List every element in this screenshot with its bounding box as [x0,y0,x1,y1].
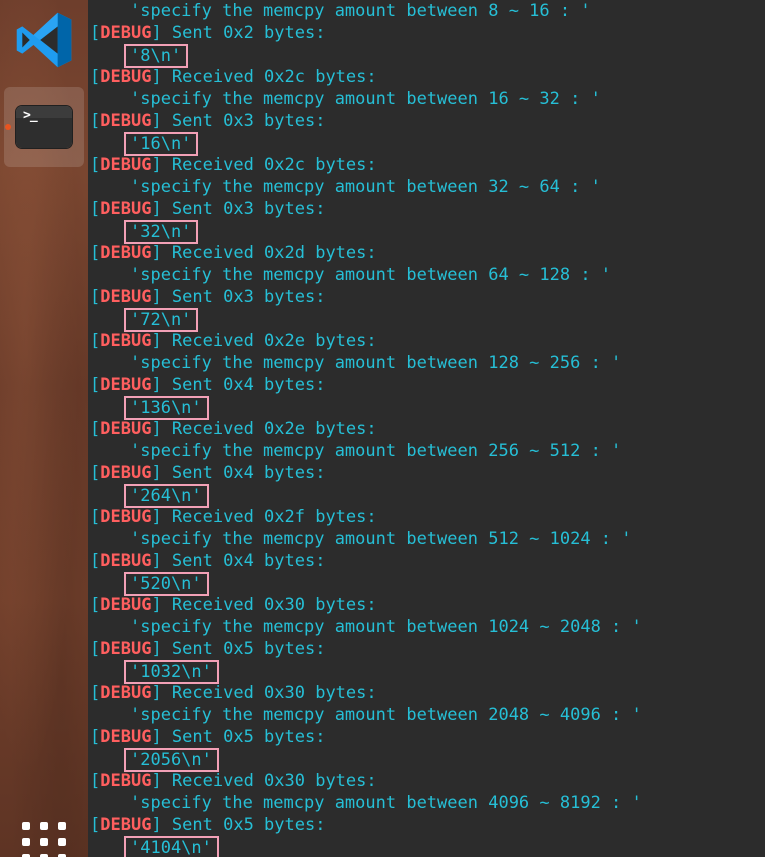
prompt-text-line: 'specify the memcpy amount between 4096 … [130,793,642,813]
debug-line: [DEBUG] Received 0x30 bytes: [90,595,377,615]
debug-tag: DEBUG [100,23,152,43]
debug-line: [DEBUG] Received 0x2d bytes: [90,243,377,263]
sent-value-line: '8\n' [124,44,189,68]
sent-value-highlight: '4104\n' [124,836,219,857]
app-grid-icon[interactable] [22,820,66,857]
prompt-text-line: 'specify the memcpy amount between 8 ~ 1… [130,1,591,21]
debug-tag: DEBUG [100,683,152,703]
prompt-text-line: 'specify the memcpy amount between 32 ~ … [130,177,601,197]
dock: >_ [0,0,88,857]
debug-tag: DEBUG [100,419,152,439]
debug-tag: DEBUG [100,727,152,747]
debug-line: [DEBUG] Received 0x2f bytes: [90,507,377,527]
debug-message: Received 0x2c bytes: [171,67,377,87]
debug-line: [DEBUG] Sent 0x5 bytes: [90,639,326,659]
debug-tag: DEBUG [100,243,152,263]
debug-message: Sent 0x3 bytes: [171,287,326,307]
debug-message: Sent 0x2 bytes: [171,23,326,43]
debug-message: Received 0x30 bytes: [171,771,377,791]
debug-message: Received 0x30 bytes: [171,683,377,703]
debug-message: Sent 0x4 bytes: [171,375,326,395]
debug-message: Sent 0x5 bytes: [171,727,326,747]
sent-value-highlight: '2056\n' [124,748,219,772]
debug-line: [DEBUG] Sent 0x4 bytes: [90,551,326,571]
debug-tag: DEBUG [100,595,152,615]
debug-message: Sent 0x4 bytes: [171,463,326,483]
terminal-prompt-glyph: >_ [23,108,38,123]
sent-value-highlight: '16\n' [124,132,199,156]
sent-value-line: '32\n' [124,220,199,244]
desktop: >_ 'specify the memcpy amount between 8 … [0,0,765,857]
debug-message: Received 0x2e bytes: [171,419,377,439]
debug-message: Sent 0x5 bytes: [171,815,326,835]
sent-value-line: '520\n' [124,572,209,596]
prompt-text-line: 'specify the memcpy amount between 512 ~… [130,529,632,549]
sent-value-highlight: '520\n' [124,572,209,596]
dock-item-terminal[interactable]: >_ [4,87,84,167]
terminal-output[interactable]: 'specify the memcpy amount between 8 ~ 1… [88,0,765,857]
sent-value-highlight: '136\n' [124,396,209,420]
debug-tag: DEBUG [100,551,152,571]
debug-message: Sent 0x5 bytes: [171,639,326,659]
debug-tag: DEBUG [100,815,152,835]
prompt-text-line: 'specify the memcpy amount between 2048 … [130,705,642,725]
prompt-text-line: 'specify the memcpy amount between 256 ~… [130,441,622,461]
sent-value-line: '136\n' [124,396,209,420]
debug-tag: DEBUG [100,639,152,659]
debug-line: [DEBUG] Sent 0x5 bytes: [90,815,326,835]
debug-tag: DEBUG [100,375,152,395]
debug-line: [DEBUG] Sent 0x5 bytes: [90,727,326,747]
vscode-icon [13,9,75,76]
debug-message: Received 0x2e bytes: [171,331,377,351]
debug-tag: DEBUG [100,111,152,131]
debug-line: [DEBUG] Sent 0x3 bytes: [90,111,326,131]
debug-line: [DEBUG] Sent 0x4 bytes: [90,463,326,483]
sent-value-highlight: '32\n' [124,220,199,244]
prompt-text-line: 'specify the memcpy amount between 1024 … [130,617,642,637]
debug-message: Received 0x30 bytes: [171,595,377,615]
sent-value-line: '72\n' [124,308,199,332]
debug-message: Sent 0x4 bytes: [171,551,326,571]
sent-value-line: '4104\n' [124,836,219,857]
debug-line: [DEBUG] Received 0x2c bytes: [90,67,377,87]
debug-line: [DEBUG] Sent 0x3 bytes: [90,199,326,219]
debug-message: Received 0x2c bytes: [171,155,377,175]
debug-line: [DEBUG] Sent 0x4 bytes: [90,375,326,395]
debug-tag: DEBUG [100,463,152,483]
debug-message: Sent 0x3 bytes: [171,111,326,131]
running-indicator [5,124,11,130]
debug-tag: DEBUG [100,287,152,307]
sent-value-line: '2056\n' [124,748,219,772]
sent-value-line: '16\n' [124,132,199,156]
debug-tag: DEBUG [100,199,152,219]
debug-message: Sent 0x3 bytes: [171,199,326,219]
sent-value-line: '1032\n' [124,660,219,684]
sent-value-highlight: '72\n' [124,308,199,332]
debug-line: [DEBUG] Sent 0x2 bytes: [90,23,326,43]
prompt-text-line: 'specify the memcpy amount between 16 ~ … [130,89,601,109]
prompt-text-line: 'specify the memcpy amount between 64 ~ … [130,265,612,285]
sent-value-highlight: '8\n' [124,44,189,68]
debug-tag: DEBUG [100,507,152,527]
sent-value-highlight: '1032\n' [124,660,219,684]
debug-tag: DEBUG [100,771,152,791]
debug-line: [DEBUG] Received 0x2e bytes: [90,419,377,439]
debug-message: Received 0x2d bytes: [171,243,377,263]
debug-line: [DEBUG] Received 0x2e bytes: [90,331,377,351]
debug-message: Received 0x2f bytes: [171,507,377,527]
debug-line: [DEBUG] Sent 0x3 bytes: [90,287,326,307]
sent-value-line: '264\n' [124,484,209,508]
debug-tag: DEBUG [100,67,152,87]
debug-line: [DEBUG] Received 0x2c bytes: [90,155,377,175]
debug-tag: DEBUG [100,155,152,175]
terminal-icon: >_ [16,106,72,148]
debug-line: [DEBUG] Received 0x30 bytes: [90,683,377,703]
dock-item-vscode[interactable] [4,2,84,82]
sent-value-highlight: '264\n' [124,484,209,508]
prompt-text-line: 'specify the memcpy amount between 128 ~… [130,353,622,373]
debug-line: [DEBUG] Received 0x30 bytes: [90,771,377,791]
debug-tag: DEBUG [100,331,152,351]
